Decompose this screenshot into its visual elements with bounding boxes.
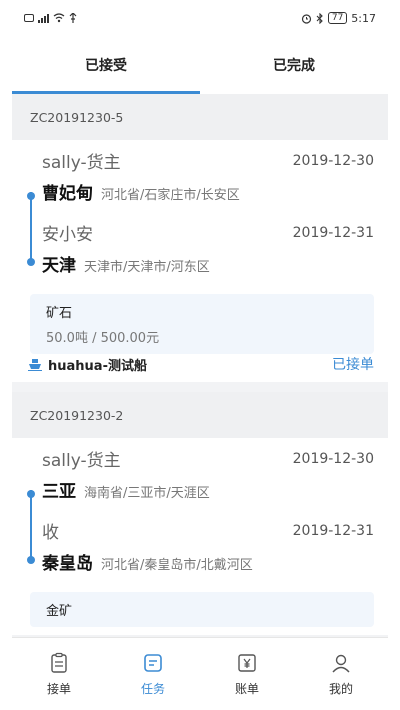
nav-tasks[interactable]: 任务	[106, 638, 200, 710]
tab-bar: 已接受 已完成	[12, 36, 388, 94]
nav-label: 我的	[328, 681, 353, 696]
cargo-name: 矿石	[46, 306, 73, 321]
order-card[interactable]: sally-货主 2019-12-30 曹妃甸 河北省/石家庄市/长安区 安小安…	[12, 140, 388, 382]
arrive-date: 2019-12-31	[292, 224, 374, 241]
sender-name: sally-货主	[42, 153, 121, 173]
bluetooth-icon	[316, 12, 323, 24]
sender-name: sally-货主	[42, 451, 121, 471]
phone-screen: 77 5:17 已接受 已完成 ZC20191230-5 sally-货主 20…	[12, 0, 388, 710]
battery-indicator: 77	[327, 12, 348, 24]
order-list[interactable]: ZC20191230-5 sally-货主 2019-12-30 曹妃甸 河北省…	[12, 94, 388, 638]
sim-icon	[24, 14, 34, 22]
nav-accept-orders[interactable]: 接单	[12, 638, 106, 710]
order-card[interactable]: sally-货主 2019-12-30 三亚 海南省/三亚市/天涯区 收 201…	[12, 438, 388, 635]
cargo-info: 金矿	[30, 592, 374, 627]
status-bar: 77 5:17	[12, 0, 388, 36]
origin-address: 河北省/石家庄市/长安区	[101, 188, 240, 203]
order-footer: huahua-测试船 已接单	[28, 354, 374, 374]
order-id: ZC20191230-5	[12, 94, 388, 140]
order-id: ZC20191230-2	[12, 392, 388, 438]
route-line	[30, 490, 32, 562]
route-line	[30, 192, 32, 264]
nav-profile[interactable]: 我的	[294, 638, 388, 710]
alarm-icon	[301, 13, 311, 24]
cargo-quantity: 50.0吨 / 500.00元	[46, 331, 160, 346]
destination-dot	[27, 258, 35, 266]
bill-icon	[238, 653, 256, 672]
destination-dot	[27, 556, 35, 564]
bottom-navigation: 接单 任务 账单 我的	[12, 637, 388, 710]
destination-city: 天津	[42, 256, 76, 276]
cargo-name: 金矿	[46, 604, 73, 619]
nav-label: 任务	[140, 681, 165, 696]
nav-bills[interactable]: 账单	[200, 638, 294, 710]
status-time: 5:17	[351, 11, 376, 25]
tab-completed[interactable]: 已完成	[200, 36, 388, 94]
origin-city: 曹妃甸	[42, 184, 93, 204]
destination-address: 天津市/天津市/河东区	[84, 260, 210, 275]
destination-address: 河北省/秦皇岛市/北戴河区	[101, 558, 253, 573]
ship-icon	[28, 358, 42, 371]
user-icon	[332, 654, 350, 672]
origin-dot	[27, 192, 35, 200]
origin-dot	[27, 490, 35, 498]
cargo-info: 矿石 50.0吨 / 500.00元	[30, 294, 374, 354]
arrive-date: 2019-12-31	[292, 522, 374, 539]
tab-accepted[interactable]: 已接受	[12, 36, 200, 94]
order-status: 已接单	[332, 357, 374, 373]
task-icon	[144, 653, 162, 672]
wifi-icon	[53, 13, 65, 23]
signal-icon	[38, 13, 49, 23]
ship-name: huahua-测试船	[48, 358, 147, 374]
origin-city: 三亚	[42, 482, 76, 502]
receiver-name: 安小安	[42, 225, 93, 245]
destination-city: 秦皇岛	[42, 554, 93, 574]
origin-address: 海南省/三亚市/天涯区	[84, 486, 210, 501]
send-date: 2019-12-30	[292, 450, 374, 467]
receiver-name: 收	[42, 523, 59, 543]
usb-icon	[69, 13, 77, 23]
nav-label: 接单	[46, 681, 71, 696]
nav-label: 账单	[234, 681, 259, 696]
clipboard-icon	[51, 652, 67, 673]
send-date: 2019-12-30	[292, 152, 374, 169]
